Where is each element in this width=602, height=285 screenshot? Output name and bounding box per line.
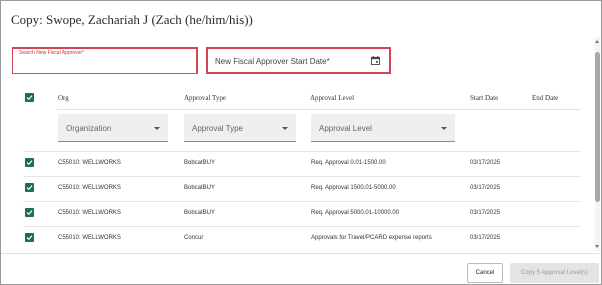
vertical-scrollbar[interactable] bbox=[595, 37, 600, 251]
header-org: Org bbox=[58, 94, 69, 102]
organization-filter-select[interactable]: Organization bbox=[58, 114, 168, 142]
check-icon bbox=[26, 185, 33, 191]
table-cell-approval-level: Approvals for Travel/PCARD expense repor… bbox=[311, 235, 432, 241]
check-icon bbox=[26, 235, 33, 241]
table-cell-approval-level: Req. Approval 5000.01-10000.00 bbox=[311, 210, 400, 216]
table-cell-approval-type: Concur bbox=[184, 235, 204, 241]
header-approval-type: Approval Type bbox=[184, 94, 226, 102]
header-start-date: Start Date bbox=[470, 94, 499, 102]
calendar-icon[interactable] bbox=[371, 56, 380, 65]
select-all-checkbox[interactable] bbox=[25, 93, 34, 102]
table-cell-start-date: 03/17/2025 bbox=[470, 210, 501, 216]
row-divider bbox=[23, 226, 581, 227]
table-cell-start-date: 03/17/2025 bbox=[470, 235, 501, 241]
table-cell-approval-level: Req. Approval 0.01-1500.00 bbox=[311, 160, 386, 166]
organization-filter-label: Organization bbox=[66, 124, 112, 133]
cancel-button[interactable]: Cancel bbox=[467, 263, 503, 283]
table-cell-approval-type: BobcatBUY bbox=[184, 160, 216, 166]
approval-level-filter-label: Approval Level bbox=[319, 124, 372, 133]
row-divider bbox=[23, 176, 581, 177]
check-icon bbox=[26, 210, 33, 216]
table-cell-approval-type: BobcatBUY bbox=[184, 185, 216, 191]
table-cell-org: C55010: WELLWORKS bbox=[58, 160, 121, 166]
row-checkbox[interactable] bbox=[25, 158, 34, 167]
table-cell-start-date: 03/17/2025 bbox=[470, 160, 501, 166]
dialog-title: Copy: Swope, Zachariah J (Zach (he/him/h… bbox=[11, 12, 253, 27]
start-date-label: New Fiscal Approver Start Date* bbox=[215, 57, 330, 66]
row-divider bbox=[23, 151, 581, 152]
approval-type-filter-select[interactable]: Approval Type bbox=[184, 114, 296, 142]
row-checkbox[interactable] bbox=[25, 183, 34, 192]
row-checkbox[interactable] bbox=[25, 208, 34, 217]
approver-input-label: Search New Fiscal Approver* bbox=[19, 50, 85, 56]
copy-dialog: Copy: Swope, Zachariah J (Zach (he/him/h… bbox=[0, 0, 602, 285]
header-approval-level: Approval Level bbox=[310, 94, 355, 102]
footer-divider bbox=[1, 253, 601, 254]
table-cell-org: C55010: WELLWORKS bbox=[58, 210, 121, 216]
scrollbar-thumb[interactable] bbox=[595, 52, 600, 202]
table-cell-org: C55010: WELLWORKS bbox=[58, 235, 121, 241]
table-cell-org: C55010: WELLWORKS bbox=[58, 185, 121, 191]
table-cell-start-date: 03/17/2025 bbox=[470, 185, 501, 191]
row-checkbox[interactable] bbox=[25, 233, 34, 242]
check-icon bbox=[26, 160, 33, 166]
approval-type-filter-label: Approval Type bbox=[192, 124, 243, 133]
caret-down-icon bbox=[441, 127, 447, 130]
row-divider bbox=[23, 201, 581, 202]
caret-down-icon bbox=[282, 127, 288, 130]
header-end-date: End Date bbox=[532, 94, 559, 102]
table-cell-approval-type: BobcatBUY bbox=[184, 210, 216, 216]
approval-level-filter-select[interactable]: Approval Level bbox=[311, 114, 455, 142]
header-divider bbox=[57, 109, 581, 110]
new-fiscal-approver-search-input[interactable]: Search New Fiscal Approver* bbox=[12, 47, 198, 74]
check-icon bbox=[26, 95, 33, 101]
scroll-up-arrow-icon[interactable] bbox=[595, 40, 599, 43]
start-date-input[interactable]: New Fiscal Approver Start Date* bbox=[206, 47, 391, 74]
caret-down-icon bbox=[154, 127, 160, 130]
table-cell-approval-level: Req. Approval 1500.01-5000.00 bbox=[311, 185, 396, 191]
copy-approval-levels-button[interactable]: Copy 5 Approval Level(s) bbox=[510, 263, 599, 283]
scroll-down-arrow-icon[interactable] bbox=[595, 245, 599, 248]
